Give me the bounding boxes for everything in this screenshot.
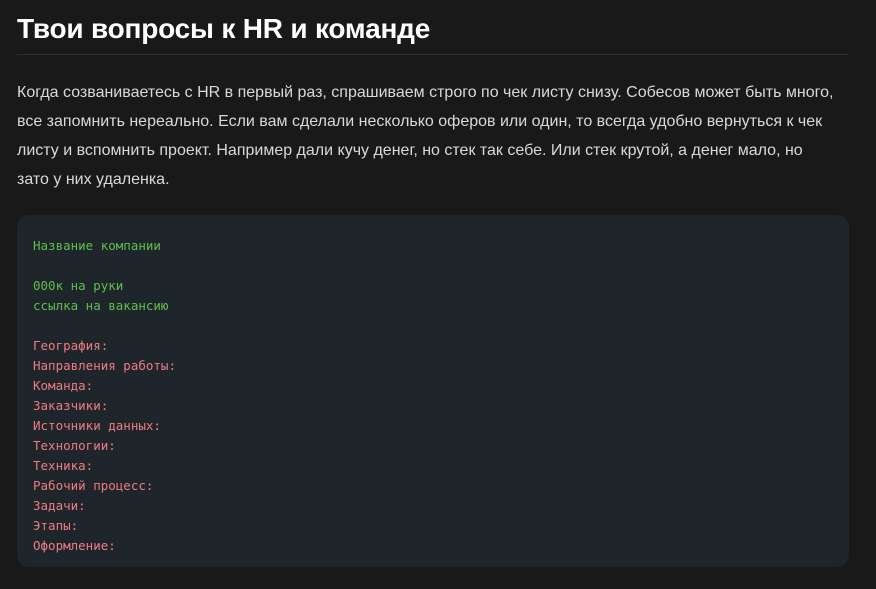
code-field-workflow: Рабочий процесс: bbox=[33, 478, 154, 493]
page-title: Твои вопросы к HR и команде bbox=[17, 13, 431, 44]
code-field-employment: Оформление: bbox=[33, 538, 116, 553]
code-salary-line: 000к на руки bbox=[33, 278, 124, 293]
code-company-line: Название компании bbox=[33, 238, 161, 253]
code-field-data-sources: Источники данных: bbox=[33, 418, 161, 433]
code-field-geography: География: bbox=[33, 338, 109, 353]
code-field-stages: Этапы: bbox=[33, 518, 79, 533]
code-field-customers: Заказчики: bbox=[33, 398, 109, 413]
page: Твои вопросы к HR и команде Когда созван… bbox=[0, 0, 876, 589]
code-field-technologies: Технологии: bbox=[33, 438, 116, 453]
code-field-tasks: Задачи: bbox=[33, 498, 86, 513]
code-vacancy-link-line: ссылка на вакансию bbox=[33, 298, 169, 313]
code-field-team: Команда: bbox=[33, 378, 94, 393]
intro-paragraph: Когда созваниваетесь с HR в первый раз, … bbox=[17, 84, 834, 188]
code-block: Название компании 000к на руки ссылка на… bbox=[17, 215, 849, 567]
title-divider bbox=[17, 54, 848, 55]
code-field-work-directions: Направления работы: bbox=[33, 358, 176, 373]
code-field-hardware: Техника: bbox=[33, 458, 94, 473]
